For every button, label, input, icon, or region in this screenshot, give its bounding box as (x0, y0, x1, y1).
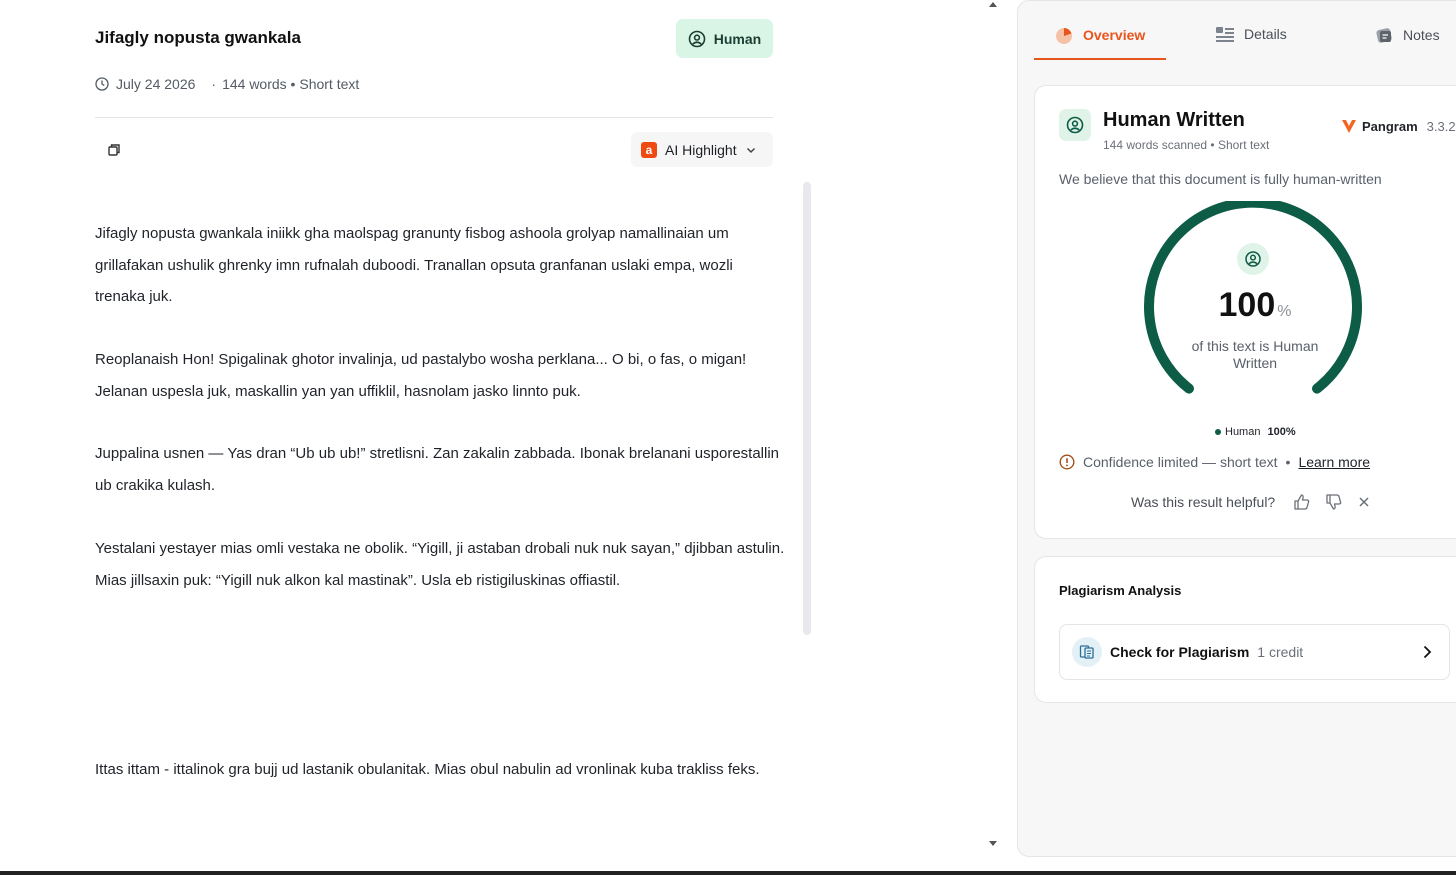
document-pane: Jifagly nopusta gwankala Human July 24 2… (0, 0, 1000, 875)
paragraph: Reoplanaish Hon! Spigalinak ghotor inval… (95, 351, 747, 400)
legend-label: Human (1225, 426, 1261, 438)
scroll-up-arrow-icon[interactable] (988, 0, 998, 8)
human-icon (688, 30, 706, 47)
chevron-right-icon (1423, 645, 1432, 659)
pangram-name: Pangram (1362, 118, 1418, 134)
helpful-question: Was this result helpful? (1131, 494, 1276, 510)
result-card: Human Written 144 words scanned • Short … (1034, 85, 1456, 539)
percent-label: of this text is Human Written (1191, 338, 1319, 371)
feedback-row: Was this result helpful? (1131, 493, 1371, 511)
document-title: Jifagly nopusta gwankala (95, 28, 301, 47)
plagiarism-icon (1072, 637, 1102, 667)
thumbs-up-icon[interactable] (1293, 493, 1311, 511)
check-plagiarism-button[interactable]: Check for Plagiarism 1 credit (1059, 624, 1450, 680)
percent-display: 100% (1205, 286, 1305, 325)
active-tab-indicator (1034, 58, 1166, 60)
thumbs-down-icon[interactable] (1325, 493, 1343, 511)
header-divider (95, 117, 773, 118)
notes-icon (1376, 28, 1392, 43)
document-scrollbar[interactable] (803, 182, 811, 635)
overview-icon (1056, 28, 1072, 44)
paragraph: Juppalina usnen — Yas dran “Ub ub ub!” s… (95, 445, 780, 494)
warning-circle-icon (1059, 454, 1075, 470)
details-icon (1216, 27, 1234, 42)
document-stats: 144 words • Short text (222, 76, 360, 92)
document-date: July 24 2026 (116, 76, 196, 92)
gauge-human-icon (1237, 243, 1269, 275)
tab-overview[interactable]: Overview (1054, 25, 1145, 45)
legend-dot (1215, 429, 1221, 435)
result-title: Human Written (1103, 109, 1245, 131)
check-plagiarism-label: Check for Plagiarism (1110, 644, 1250, 660)
tab-notes[interactable]: Notes (1374, 25, 1440, 45)
learn-more-link[interactable]: Learn more (1298, 454, 1370, 470)
pangram-version: 3.3.2 (1426, 118, 1456, 134)
percent-unit: % (1277, 303, 1292, 320)
close-icon[interactable] (1357, 495, 1371, 509)
window-scrollbar[interactable] (986, 0, 1000, 858)
plagiarism-credit: 1 credit (1257, 644, 1304, 660)
result-belief: We believe that this document is fully h… (1059, 171, 1382, 187)
document-meta: July 24 2026 · 144 words • Short text (95, 76, 359, 92)
clock-icon (95, 77, 109, 91)
plagiarism-title: Plagiarism Analysis (1059, 583, 1182, 598)
plagiarism-card: Plagiarism Analysis Check for Plagiarism… (1034, 556, 1456, 703)
results-panel: Overview Details Notes Human Written 144… (1017, 0, 1456, 857)
scroll-down-arrow-icon[interactable] (988, 840, 998, 848)
tab-details-label: Details (1244, 26, 1287, 42)
human-badge-label: Human (713, 30, 762, 47)
gauge-legend: Human 100% (1215, 426, 1296, 438)
paragraph: Yestalani yestayer mias omli vestaka ne … (95, 540, 785, 589)
confidence-note: Confidence limited — short text • Learn … (1059, 454, 1370, 470)
pangram-brand: Pangram 3.3.2 (1341, 118, 1456, 134)
ai-highlight-label: AI Highlight (665, 141, 737, 158)
paragraph: Jifagly nopusta gwankala iniikk gha maol… (95, 225, 733, 305)
confidence-separator: • (1285, 454, 1291, 470)
copy-button[interactable] (106, 142, 122, 158)
copy-icon (108, 144, 120, 156)
ai-highlight-icon: a (641, 141, 657, 158)
ai-highlight-dropdown[interactable]: a AI Highlight (631, 132, 773, 167)
human-written-icon (1059, 109, 1091, 141)
result-subtitle: 144 words scanned • Short text (1103, 138, 1270, 152)
pangram-logo-icon (1342, 120, 1356, 133)
confidence-text: Confidence limited — short text (1083, 454, 1278, 470)
tab-notes-label: Notes (1403, 27, 1440, 43)
tab-overview-label: Overview (1083, 27, 1146, 43)
human-badge[interactable]: Human (676, 19, 773, 58)
legend-value: 100% (1267, 426, 1296, 438)
tab-details[interactable]: Details (1215, 25, 1287, 43)
meta-separator: · (211, 76, 217, 92)
paragraph: Ittas ittam - ittalinok gra bujj ud last… (95, 761, 760, 778)
window-bottom-edge (0, 871, 1456, 875)
chevron-down-icon (746, 147, 755, 153)
percent-value: 100 (1218, 286, 1276, 324)
